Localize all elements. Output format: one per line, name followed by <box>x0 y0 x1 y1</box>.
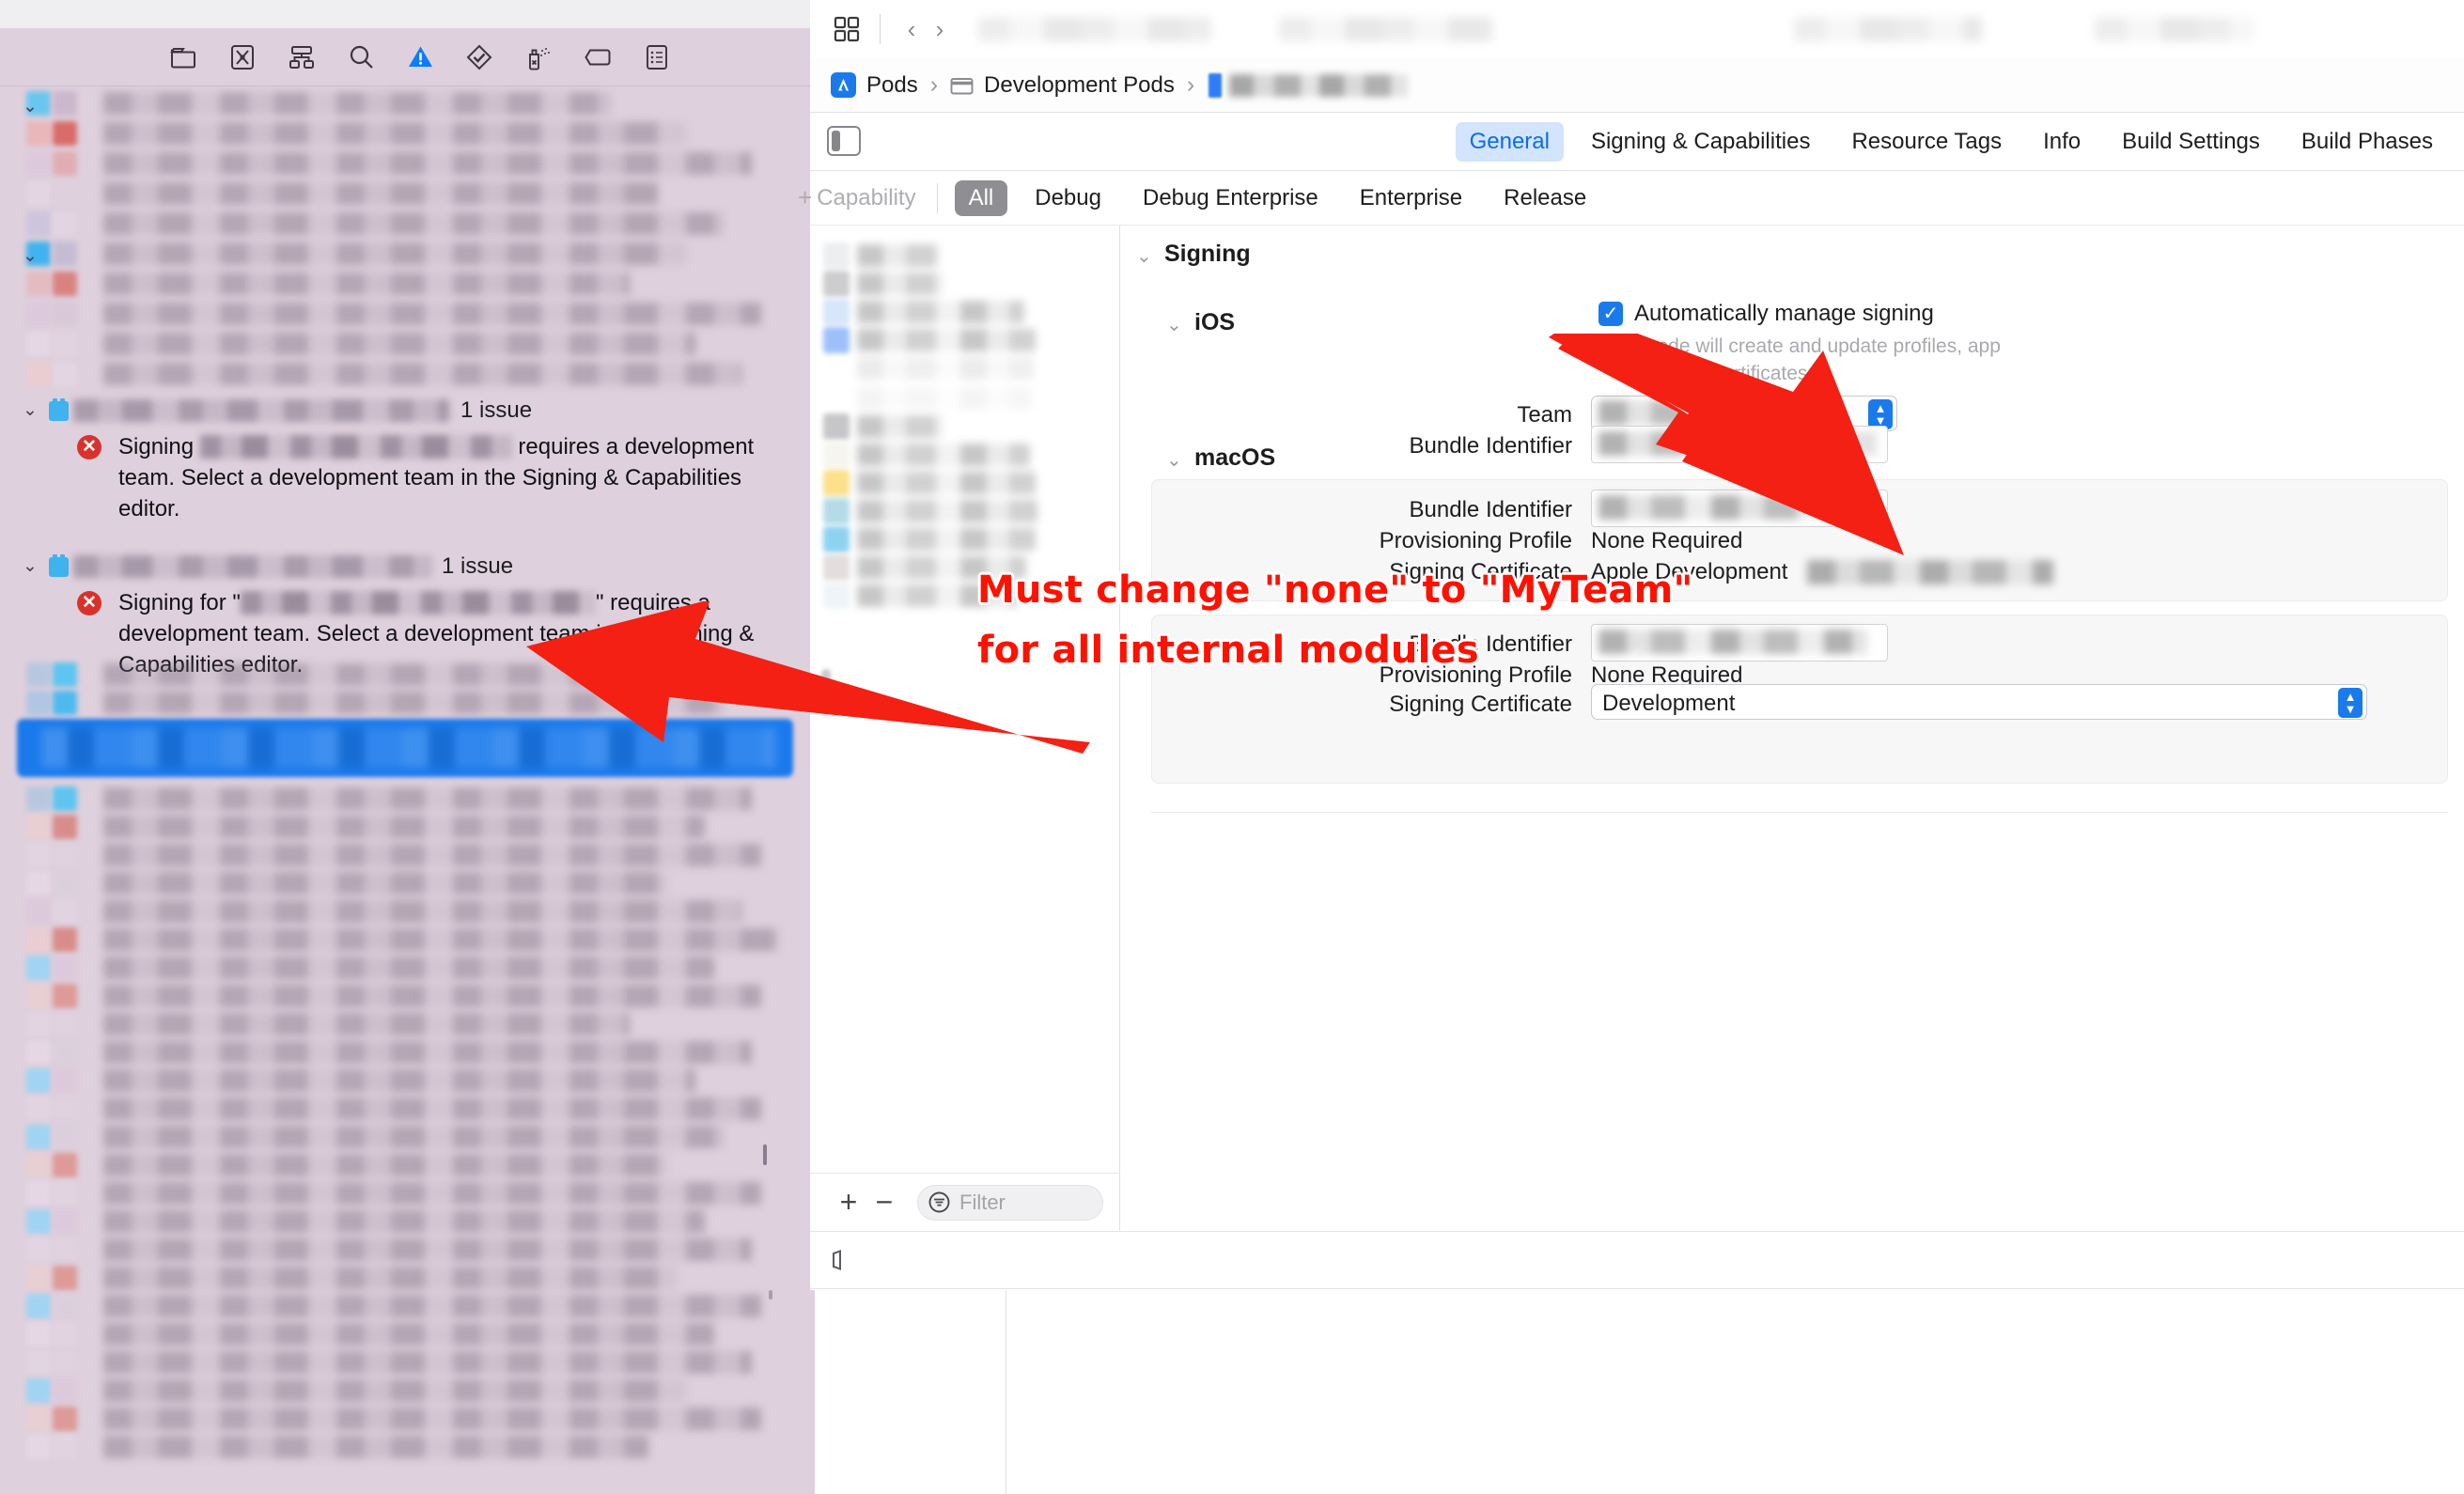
config-all[interactable]: All <box>954 179 1008 216</box>
toolbar-divider <box>880 14 881 44</box>
disclosure-triangle-macos[interactable]: ⌄ <box>1166 448 1182 472</box>
target-name-redacted <box>73 555 432 578</box>
disclosure-triangle[interactable]: ⌄ <box>21 401 39 420</box>
issue-message: Signing requires a development team. Sel… <box>118 431 767 524</box>
add-capability-button[interactable]: + Capability <box>798 183 916 212</box>
navigator-toolbar <box>0 28 810 86</box>
hierarchy-icon[interactable] <box>286 41 318 73</box>
config-debug-enterprise[interactable]: Debug Enterprise <box>1129 180 1333 216</box>
section-title-signing: Signing <box>1164 241 1251 267</box>
breadcrumb-item-development-pods[interactable]: Development Pods <box>984 72 1175 99</box>
folder-icon <box>950 75 974 95</box>
annotation-line-2: for all internal modules <box>977 629 1479 672</box>
bottom-panes <box>810 1290 2464 1494</box>
navigator-scroll-indicator-secondary[interactable] <box>769 1290 772 1299</box>
add-target-button[interactable]: + <box>831 1185 866 1220</box>
add-capability-label: Capability <box>817 184 916 210</box>
search-icon[interactable] <box>345 41 377 73</box>
plus-icon: + <box>798 183 813 211</box>
macos-signing-certificate-label: Signing Certificate <box>1389 692 1572 717</box>
disclosure-triangle-ios[interactable]: ⌄ <box>1166 313 1182 336</box>
configuration-filter-bar: + Capability All Debug Debug Enterprise … <box>798 171 2464 226</box>
editor-tab-bar: General Signing & Capabilities Resource … <box>810 113 2464 171</box>
section-title-ios: iOS <box>1194 309 1236 335</box>
xcode-window: ⌄ ⌄ ⌄ 1 issue ✕ Signing requires a devel… <box>0 0 2464 1494</box>
macos-bundle-identifier-value-redacted <box>1598 630 1867 654</box>
disclosure-triangle[interactable]: ⌄ <box>21 557 39 576</box>
ios-provisioning-profile-label: Provisioning Profile <box>1379 528 1572 553</box>
report-list-icon[interactable] <box>641 41 673 73</box>
toolbar-item-redacted[interactable] <box>1279 17 1493 41</box>
disclosure-triangle-signing[interactable]: ⌄ <box>1136 244 1152 268</box>
source-control-icon[interactable] <box>226 41 258 73</box>
issue-group-header[interactable]: ⌄ 1 issue <box>0 395 810 427</box>
issue-navigator-list[interactable]: ⌄ ⌄ ⌄ 1 issue ✕ Signing requires a devel… <box>0 87 810 1494</box>
disclosure-triangle[interactable]: ⌄ <box>21 98 39 117</box>
issue-count-label: 1 issue <box>442 553 514 579</box>
target-cube-icon <box>49 554 69 577</box>
issue-message-redacted <box>199 435 512 459</box>
issue-count-label: 1 issue <box>460 397 533 423</box>
tab-general[interactable]: General <box>1455 122 1564 162</box>
annotation-line-1: Must change "none" to "MyTeam" <box>977 568 1693 612</box>
file-icon <box>1209 72 1223 98</box>
grid-icon[interactable] <box>831 13 863 45</box>
arrow-to-team-field <box>1549 334 1904 555</box>
back-chevron-icon[interactable]: ‹ <box>897 13 926 45</box>
auto-manage-signing-checkbox[interactable]: ✓ <box>1598 302 1623 326</box>
filter-placeholder: Filter <box>959 1190 1006 1214</box>
macos-signing-certificate-value: Development <box>1602 691 1736 716</box>
target-cube-icon <box>49 398 69 421</box>
ios-bundle-identifier-label: Bundle Identifier <box>1409 497 1572 522</box>
folder-icon[interactable] <box>167 41 199 73</box>
disclosure-triangle[interactable]: ⌄ <box>21 247 39 266</box>
tab-signing-capabilities[interactable]: Signing & Capabilities <box>1577 122 1824 162</box>
tab-info[interactable]: Info <box>2029 122 2095 162</box>
filter-icon <box>928 1191 951 1214</box>
console-toggle-icon[interactable] <box>831 1248 859 1272</box>
issue-message-prefix: Signing for " <box>118 590 241 615</box>
tab-resource-tags[interactable]: Resource Tags <box>1837 122 2016 162</box>
xcode-app-icon <box>831 72 856 98</box>
config-enterprise[interactable]: Enterprise <box>1346 180 1476 216</box>
warning-triangle-icon[interactable] <box>404 41 436 73</box>
test-diamond-icon[interactable] <box>463 41 495 73</box>
editor-toolbar: ‹ › <box>810 0 2464 58</box>
remove-target-button[interactable]: − <box>866 1185 902 1220</box>
filter-input[interactable]: Filter <box>917 1184 1103 1221</box>
breadcrumb: Pods › Development Pods › <box>810 58 2464 113</box>
navigator-panel: ⌄ ⌄ ⌄ 1 issue ✕ Signing requires a devel… <box>0 28 810 1494</box>
console-view[interactable] <box>1006 1290 2464 1494</box>
error-badge-icon: ✕ <box>77 435 101 459</box>
config-debug[interactable]: Debug <box>1021 180 1115 216</box>
breadcrumb-item-pods[interactable]: Pods <box>866 72 918 99</box>
breadcrumb-separator: › <box>929 71 939 98</box>
navigator-scroll-indicator[interactable] <box>763 1144 767 1165</box>
section-title-macos: macOS <box>1194 444 1276 471</box>
target-name-redacted <box>73 399 449 422</box>
tab-build-settings[interactable]: Build Settings <box>2108 122 2274 162</box>
target-list-footer: + − Filter <box>810 1173 1120 1231</box>
breadcrumb-separator: › <box>1186 71 1195 98</box>
debug-spray-icon[interactable] <box>522 41 554 73</box>
navigator-bottom-edge <box>810 1290 815 1494</box>
breakpoint-tag-icon[interactable] <box>582 41 614 73</box>
tab-build-phases[interactable]: Build Phases <box>2287 122 2447 162</box>
toolbar-item-redacted[interactable] <box>1794 17 1982 41</box>
bundle-identifier-label: Bundle Identifier <box>1409 433 1572 459</box>
issue-message-prefix: Signing <box>118 434 200 459</box>
toolbar-item-redacted[interactable] <box>2095 17 2254 41</box>
breadcrumb-item-redacted[interactable] <box>1229 73 1409 97</box>
section-divider <box>1151 812 2448 813</box>
forward-chevron-icon[interactable]: › <box>926 13 954 45</box>
debug-toolbar <box>810 1231 2464 1289</box>
variables-view[interactable] <box>810 1290 1006 1494</box>
configbar-divider <box>936 182 938 213</box>
stepper-arrows-icon: ▲ ▼ <box>2338 688 2363 718</box>
issue-group-header[interactable]: ⌄ 1 issue <box>0 551 810 583</box>
error-badge-icon: ✕ <box>77 591 101 615</box>
auto-manage-signing-label: Automatically manage signing <box>1634 301 1934 326</box>
toolbar-item-redacted[interactable] <box>978 17 1211 41</box>
config-release[interactable]: Release <box>1489 180 1600 216</box>
